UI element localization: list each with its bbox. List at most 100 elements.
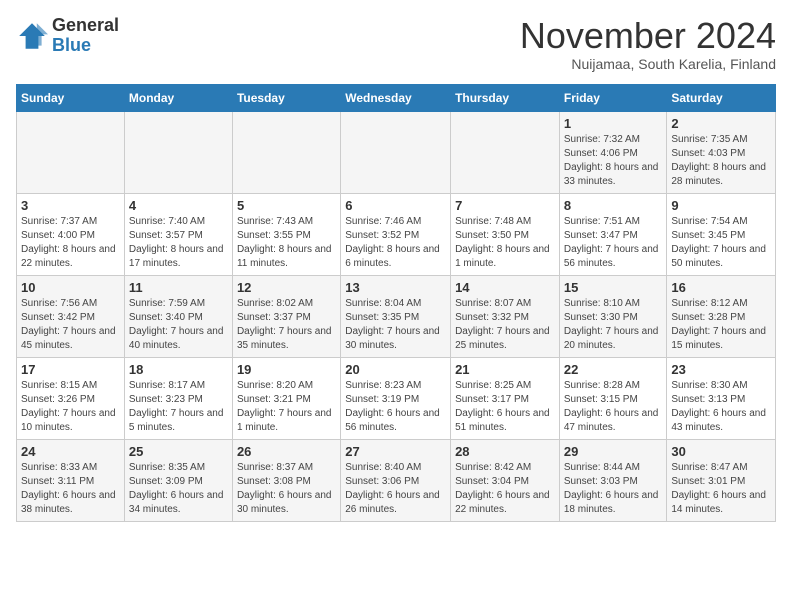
logo-text: General Blue <box>52 16 119 56</box>
day-info: Sunrise: 7:48 AM Sunset: 3:50 PM Dayligh… <box>455 215 555 271</box>
calendar-cell: 28Sunrise: 8:42 AM Sunset: 3:04 PM Dayli… <box>451 439 560 521</box>
day-number: 25 <box>129 444 228 459</box>
day-number: 5 <box>237 198 336 213</box>
day-info: Sunrise: 8:40 AM Sunset: 3:06 PM Dayligh… <box>345 461 446 517</box>
calendar-cell: 23Sunrise: 8:30 AM Sunset: 3:13 PM Dayli… <box>667 357 776 439</box>
page-header: General Blue November 2024 Nuijamaa, Sou… <box>16 16 776 72</box>
day-number: 18 <box>129 362 228 377</box>
week-row-2: 3 Sunrise: 7:37 AM Sunset: 4:00 PM Daylig… <box>17 193 776 275</box>
calendar-cell: 11 Sunrise: 7:59 AM Sunset: 3:40 PM Dayli… <box>124 275 232 357</box>
calendar-cell: 10 Sunrise: 7:56 AM Sunset: 3:42 PM Dayli… <box>17 275 125 357</box>
calendar-cell: 21 Sunrise: 8:25 AM Sunset: 3:17 PM Dayli… <box>451 357 560 439</box>
calendar-body: 1 Sunrise: 7:32 AM Sunset: 4:06 PM Daylig… <box>17 111 776 521</box>
calendar-table: SundayMondayTuesdayWednesdayThursdayFrid… <box>16 84 776 522</box>
header-tuesday: Tuesday <box>232 84 340 111</box>
day-info: Sunrise: 7:40 AM Sunset: 3:57 PM Dayligh… <box>129 215 228 271</box>
header-sunday: Sunday <box>17 84 125 111</box>
calendar-cell: 26Sunrise: 8:37 AM Sunset: 3:08 PM Dayli… <box>232 439 340 521</box>
header-monday: Monday <box>124 84 232 111</box>
calendar-cell: 16 Sunrise: 8:12 AM Sunset: 3:28 PM Dayli… <box>667 275 776 357</box>
day-info: Sunrise: 8:02 AM Sunset: 3:37 PM Dayligh… <box>237 297 336 353</box>
logo-blue-text: Blue <box>52 36 119 56</box>
day-number: 7 <box>455 198 555 213</box>
header-wednesday: Wednesday <box>341 84 451 111</box>
day-number: 24 <box>21 444 120 459</box>
day-number: 13 <box>345 280 446 295</box>
day-number: 17 <box>21 362 120 377</box>
day-number: 12 <box>237 280 336 295</box>
day-info: Sunrise: 7:32 AM Sunset: 4:06 PM Dayligh… <box>564 133 663 189</box>
day-number: 21 <box>455 362 555 377</box>
logo: General Blue <box>16 16 119 56</box>
day-info: Sunrise: 7:37 AM Sunset: 4:00 PM Dayligh… <box>21 215 120 271</box>
calendar-cell: 13Sunrise: 8:04 AM Sunset: 3:35 PM Dayli… <box>341 275 451 357</box>
calendar-cell: 14 Sunrise: 8:07 AM Sunset: 3:32 PM Dayli… <box>451 275 560 357</box>
week-row-3: 10 Sunrise: 7:56 AM Sunset: 3:42 PM Dayli… <box>17 275 776 357</box>
day-number: 8 <box>564 198 663 213</box>
day-info: Sunrise: 8:12 AM Sunset: 3:28 PM Dayligh… <box>671 297 771 353</box>
calendar-cell: 20 Sunrise: 8:23 AM Sunset: 3:19 PM Dayli… <box>341 357 451 439</box>
calendar-cell: 3 Sunrise: 7:37 AM Sunset: 4:00 PM Daylig… <box>17 193 125 275</box>
day-number: 6 <box>345 198 446 213</box>
day-number: 2 <box>671 116 771 131</box>
calendar-cell: 12 Sunrise: 8:02 AM Sunset: 3:37 PM Dayli… <box>232 275 340 357</box>
day-number: 1 <box>564 116 663 131</box>
header-thursday: Thursday <box>451 84 560 111</box>
day-number: 20 <box>345 362 446 377</box>
calendar-cell: 27 Sunrise: 8:40 AM Sunset: 3:06 PM Dayli… <box>341 439 451 521</box>
day-number: 27 <box>345 444 446 459</box>
calendar-cell: 1 Sunrise: 7:32 AM Sunset: 4:06 PM Daylig… <box>559 111 667 193</box>
day-number: 30 <box>671 444 771 459</box>
day-info: Sunrise: 8:25 AM Sunset: 3:17 PM Dayligh… <box>455 379 555 435</box>
calendar-cell: 6Sunrise: 7:46 AM Sunset: 3:52 PM Daylig… <box>341 193 451 275</box>
day-info: Sunrise: 8:42 AM Sunset: 3:04 PM Dayligh… <box>455 461 555 517</box>
calendar-cell: 25 Sunrise: 8:35 AM Sunset: 3:09 PM Dayli… <box>124 439 232 521</box>
calendar-cell <box>451 111 560 193</box>
calendar-cell: 29Sunrise: 8:44 AM Sunset: 3:03 PM Dayli… <box>559 439 667 521</box>
day-info: Sunrise: 7:43 AM Sunset: 3:55 PM Dayligh… <box>237 215 336 271</box>
calendar-cell: 22Sunrise: 8:28 AM Sunset: 3:15 PM Dayli… <box>559 357 667 439</box>
header-saturday: Saturday <box>667 84 776 111</box>
day-number: 15 <box>564 280 663 295</box>
calendar-cell: 4 Sunrise: 7:40 AM Sunset: 3:57 PM Daylig… <box>124 193 232 275</box>
week-row-1: 1 Sunrise: 7:32 AM Sunset: 4:06 PM Daylig… <box>17 111 776 193</box>
day-number: 9 <box>671 198 771 213</box>
day-info: Sunrise: 8:07 AM Sunset: 3:32 PM Dayligh… <box>455 297 555 353</box>
calendar-cell: 18 Sunrise: 8:17 AM Sunset: 3:23 PM Dayli… <box>124 357 232 439</box>
location-subtitle: Nuijamaa, South Karelia, Finland <box>520 56 776 72</box>
day-number: 3 <box>21 198 120 213</box>
logo-icon <box>16 20 48 52</box>
day-info: Sunrise: 7:56 AM Sunset: 3:42 PM Dayligh… <box>21 297 120 353</box>
day-info: Sunrise: 7:59 AM Sunset: 3:40 PM Dayligh… <box>129 297 228 353</box>
day-number: 14 <box>455 280 555 295</box>
day-number: 4 <box>129 198 228 213</box>
day-info: Sunrise: 8:47 AM Sunset: 3:01 PM Dayligh… <box>671 461 771 517</box>
calendar-cell <box>341 111 451 193</box>
day-info: Sunrise: 8:17 AM Sunset: 3:23 PM Dayligh… <box>129 379 228 435</box>
day-info: Sunrise: 8:10 AM Sunset: 3:30 PM Dayligh… <box>564 297 663 353</box>
day-info: Sunrise: 7:51 AM Sunset: 3:47 PM Dayligh… <box>564 215 663 271</box>
day-number: 19 <box>237 362 336 377</box>
calendar-cell: 24Sunrise: 8:33 AM Sunset: 3:11 PM Dayli… <box>17 439 125 521</box>
calendar-header: SundayMondayTuesdayWednesdayThursdayFrid… <box>17 84 776 111</box>
calendar-cell <box>232 111 340 193</box>
header-row: SundayMondayTuesdayWednesdayThursdayFrid… <box>17 84 776 111</box>
calendar-cell: 17Sunrise: 8:15 AM Sunset: 3:26 PM Dayli… <box>17 357 125 439</box>
day-info: Sunrise: 8:44 AM Sunset: 3:03 PM Dayligh… <box>564 461 663 517</box>
calendar-cell: 15 Sunrise: 8:10 AM Sunset: 3:30 PM Dayli… <box>559 275 667 357</box>
day-info: Sunrise: 8:37 AM Sunset: 3:08 PM Dayligh… <box>237 461 336 517</box>
day-info: Sunrise: 8:35 AM Sunset: 3:09 PM Dayligh… <box>129 461 228 517</box>
header-friday: Friday <box>559 84 667 111</box>
day-info: Sunrise: 7:54 AM Sunset: 3:45 PM Dayligh… <box>671 215 771 271</box>
day-info: Sunrise: 7:35 AM Sunset: 4:03 PM Dayligh… <box>671 133 771 189</box>
calendar-cell: 30 Sunrise: 8:47 AM Sunset: 3:01 PM Dayli… <box>667 439 776 521</box>
day-number: 11 <box>129 280 228 295</box>
calendar-cell <box>124 111 232 193</box>
day-number: 10 <box>21 280 120 295</box>
day-number: 16 <box>671 280 771 295</box>
day-info: Sunrise: 8:23 AM Sunset: 3:19 PM Dayligh… <box>345 379 446 435</box>
calendar-cell: 8 Sunrise: 7:51 AM Sunset: 3:47 PM Daylig… <box>559 193 667 275</box>
week-row-4: 17Sunrise: 8:15 AM Sunset: 3:26 PM Dayli… <box>17 357 776 439</box>
calendar-cell: 7 Sunrise: 7:48 AM Sunset: 3:50 PM Daylig… <box>451 193 560 275</box>
day-info: Sunrise: 8:30 AM Sunset: 3:13 PM Dayligh… <box>671 379 771 435</box>
